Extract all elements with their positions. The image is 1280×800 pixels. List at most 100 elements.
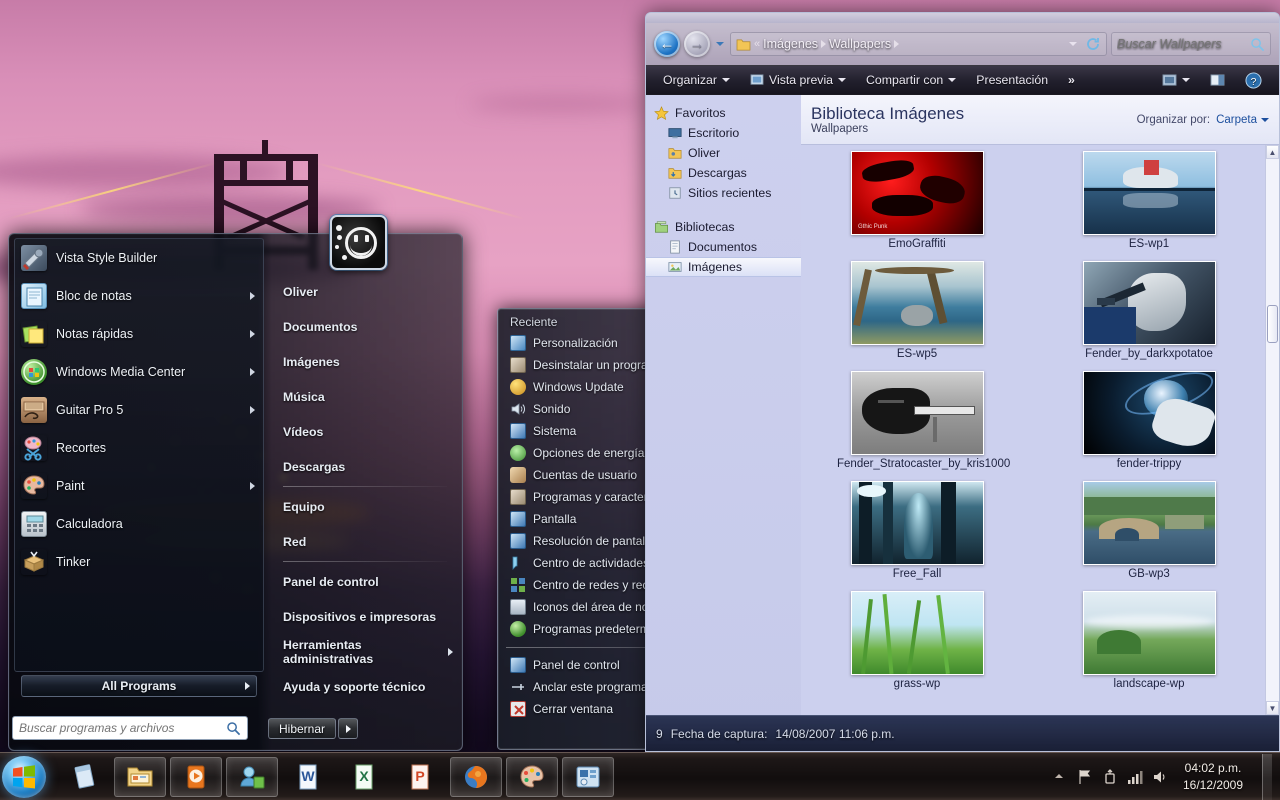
search-input[interactable] xyxy=(1117,37,1250,51)
toolbar-organizar[interactable]: Organizar xyxy=(654,68,739,92)
start-button[interactable] xyxy=(2,756,46,798)
breadcrumb-imagenes[interactable]: Imágenes xyxy=(763,37,818,51)
start-menu-place-panel-de-control[interactable]: Panel de control xyxy=(271,564,461,599)
clock[interactable]: 04:02 p.m. 16/12/2009 xyxy=(1177,760,1249,795)
chevron-right-icon[interactable] xyxy=(821,40,827,48)
start-menu-place-imagenes[interactable]: Imágenes xyxy=(271,344,461,379)
file-item[interactable]: fender-trippy xyxy=(1033,371,1265,471)
start-menu-item-bloc-de-notas[interactable]: Bloc de notas xyxy=(15,277,263,315)
start-menu-item-recortes[interactable]: Recortes xyxy=(15,429,263,467)
nav-item-escritorio[interactable]: Escritorio xyxy=(646,123,801,143)
arrange-by-value-button[interactable]: Carpeta xyxy=(1216,114,1269,126)
taskbar-paint[interactable] xyxy=(506,757,558,797)
show-desktop-button[interactable] xyxy=(1262,754,1272,800)
scrollbar-thumb[interactable] xyxy=(1267,305,1278,343)
refresh-icon[interactable] xyxy=(1085,37,1101,51)
show-hidden-icons-button[interactable] xyxy=(1052,769,1068,785)
hibernate-button[interactable]: Hibernar xyxy=(268,718,336,739)
taskbar-powerpoint[interactable]: P xyxy=(394,757,446,797)
start-menu-place-red[interactable]: Red xyxy=(271,524,461,559)
start-menu-places-list[interactable]: Oliver Documentos Imágenes Música Vídeos… xyxy=(271,274,461,704)
start-menu-item-tinker[interactable]: Tinker xyxy=(15,543,263,581)
file-item[interactable]: ES-wp5 xyxy=(801,261,1033,361)
nav-item-imagenes[interactable]: Imágenes xyxy=(646,257,801,277)
start-menu-place-documentos[interactable]: Documentos xyxy=(271,309,461,344)
window-title-bar[interactable] xyxy=(646,13,1279,23)
recent-pages-dropdown-icon[interactable] xyxy=(716,42,724,46)
power-options-arrow-button[interactable] xyxy=(338,718,358,739)
network-bars-icon[interactable] xyxy=(1127,769,1143,785)
taskbar-notepad[interactable] xyxy=(58,757,110,797)
taskbar-word[interactable]: W xyxy=(282,757,334,797)
system-tray[interactable]: 04:02 p.m. 16/12/2009 xyxy=(1052,753,1280,800)
start-menu-item-vista-style-builder[interactable]: Vista Style Builder xyxy=(15,239,263,277)
toolbar-vista-previa[interactable]: Vista previa xyxy=(741,68,855,92)
start-menu-place-musica[interactable]: Música xyxy=(271,379,461,414)
file-item[interactable]: landscape-wp xyxy=(1033,591,1265,691)
action-center-flag-icon[interactable] xyxy=(1077,769,1093,785)
nav-item-bibliotecas[interactable]: Bibliotecas xyxy=(646,217,801,237)
file-item[interactable]: Fender_Stratocaster_by_kris1000 xyxy=(801,371,1033,471)
explorer-toolbar[interactable]: Organizar Vista previa Compartir con Pre… xyxy=(646,65,1279,95)
breadcrumb-overflow[interactable]: « xyxy=(754,38,760,50)
taskbar-excel[interactable]: X xyxy=(338,757,390,797)
nav-item-oliver[interactable]: Oliver xyxy=(646,143,801,163)
explorer-search-box[interactable] xyxy=(1111,32,1271,56)
forward-button[interactable]: → xyxy=(684,31,710,57)
start-menu-item-paint[interactable]: Paint xyxy=(15,467,263,505)
start-menu-item-windows-media-center[interactable]: Windows Media Center xyxy=(15,353,263,391)
nav-item-documentos[interactable]: Documentos xyxy=(646,237,801,257)
navigation-pane[interactable]: Favoritos Escritorio Oliver Descargas Si… xyxy=(646,95,801,751)
taskbar-media-player[interactable] xyxy=(170,757,222,797)
arrange-by-control[interactable]: Organizar por: Carpeta xyxy=(1137,114,1269,126)
help-button[interactable]: ? xyxy=(1236,68,1271,92)
taskbar-explorer[interactable] xyxy=(114,757,166,797)
windows-explorer-window[interactable]: ← → « Imágenes Wallpapers Organizar Vist… xyxy=(645,12,1280,752)
start-menu-place-descargas[interactable]: Descargas xyxy=(271,449,461,484)
file-item[interactable]: GB-wp3 xyxy=(1033,481,1265,581)
start-menu-item-notas-rapidas[interactable]: Notas rápidas xyxy=(15,315,263,353)
nav-item-favoritos[interactable]: Favoritos xyxy=(646,103,801,123)
taskbar-control-panel[interactable] xyxy=(562,757,614,797)
taskbar[interactable]: W X P 04:02 p.m. 16/12/2009 xyxy=(0,752,1280,800)
show-preview-pane-button[interactable] xyxy=(1201,68,1234,92)
chevron-right-icon[interactable] xyxy=(894,40,900,48)
start-menu-item-calculadora[interactable]: Calculadora xyxy=(15,505,263,543)
file-item[interactable]: grass-wp xyxy=(801,591,1033,691)
toolbar-compartir-con[interactable]: Compartir con xyxy=(857,68,965,92)
start-menu[interactable]: Vista Style Builder Bloc de notas Notas … xyxy=(8,233,463,751)
search-input[interactable] xyxy=(19,721,226,735)
scroll-down-button[interactable]: ▼ xyxy=(1266,701,1279,715)
taskbar-messenger[interactable] xyxy=(226,757,278,797)
all-programs-button[interactable]: All Programs xyxy=(21,675,257,697)
safely-remove-hardware-icon[interactable] xyxy=(1102,769,1118,785)
start-menu-place-herramientas-administrativas[interactable]: Herramientas administrativas xyxy=(271,634,461,669)
start-menu-place-ayuda-y-soporte[interactable]: Ayuda y soporte técnico xyxy=(271,669,461,704)
taskbar-firefox[interactable] xyxy=(450,757,502,797)
toolbar-overflow-button[interactable]: » xyxy=(1059,68,1084,92)
thumbnail-grid-area[interactable]: Gthic Punk EmoGraffiti ES-wp1 ES-wp5 Fen… xyxy=(801,145,1265,715)
user-avatar[interactable] xyxy=(330,215,387,270)
address-bar[interactable]: « Imágenes Wallpapers xyxy=(730,32,1107,56)
volume-speaker-icon[interactable] xyxy=(1152,769,1168,785)
change-view-button[interactable] xyxy=(1153,68,1199,92)
breadcrumb-wallpapers[interactable]: Wallpapers xyxy=(829,37,891,51)
content-pane[interactable]: Biblioteca Imágenes Wallpapers Organizar… xyxy=(801,95,1279,751)
file-item[interactable]: Free_Fall xyxy=(801,481,1033,581)
nav-item-descargas[interactable]: Descargas xyxy=(646,163,801,183)
file-item[interactable]: Gthic Punk EmoGraffiti xyxy=(801,151,1033,251)
scroll-up-button[interactable]: ▲ xyxy=(1266,145,1279,159)
start-menu-place-videos[interactable]: Vídeos xyxy=(271,414,461,449)
address-bar-row[interactable]: ← → « Imágenes Wallpapers xyxy=(646,23,1279,65)
vertical-scrollbar[interactable]: ▲ ▼ xyxy=(1265,145,1279,715)
tray-icons[interactable] xyxy=(1052,769,1168,785)
back-button[interactable]: ← xyxy=(654,31,680,57)
address-dropdown-icon[interactable] xyxy=(1069,42,1077,46)
toolbar-presentacion[interactable]: Presentación xyxy=(967,68,1057,92)
start-menu-item-guitar-pro-5[interactable]: Guitar Pro 5 xyxy=(15,391,263,429)
start-menu-search-box[interactable] xyxy=(12,716,248,740)
file-item[interactable]: ES-wp1 xyxy=(1033,151,1265,251)
start-menu-programs-list[interactable]: Vista Style Builder Bloc de notas Notas … xyxy=(14,238,264,672)
start-menu-place-equipo[interactable]: Equipo xyxy=(271,489,461,524)
taskbar-buttons[interactable]: W X P xyxy=(58,757,614,797)
